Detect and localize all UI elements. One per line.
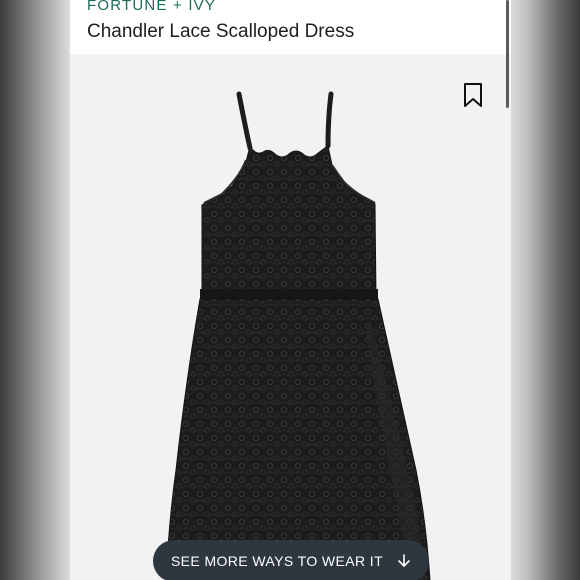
arrow-down-icon: [398, 554, 410, 567]
scrollbar[interactable]: [506, 0, 509, 108]
dress-bodice: [201, 144, 377, 299]
bookmark-icon: [464, 83, 482, 107]
see-more-ways-label: SEE MORE WAYS TO WEAR IT: [170, 553, 384, 569]
product-card: FORTUNE + IVY Chandler Lace Scalloped Dr…: [70, 0, 511, 580]
see-more-ways-button[interactable]: SEE MORE WAYS TO WEAR IT: [153, 540, 429, 580]
bookmark-button[interactable]: [461, 82, 485, 108]
product-image[interactable]: [70, 0, 511, 580]
